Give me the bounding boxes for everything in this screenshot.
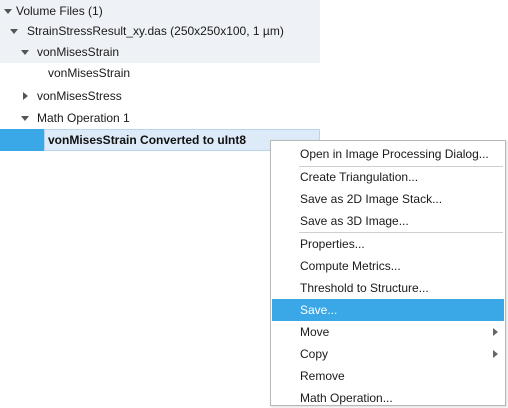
- tree-item-label: vonMisesStrain: [48, 66, 131, 80]
- tree-item-vonmises-strain-group[interactable]: vonMisesStrain: [0, 41, 320, 63]
- tree-item-label: Math Operation 1: [37, 111, 130, 125]
- tree-item-label: vonMisesStrain Converted to uInt8: [48, 133, 247, 147]
- menu-item-label: Properties...: [300, 237, 365, 251]
- menu-item-label: Copy: [300, 347, 329, 361]
- selection-indicator: [0, 129, 44, 151]
- submenu-arrow-icon: [493, 350, 498, 358]
- menu-item-save-2d-stack[interactable]: Save as 2D Image Stack...: [272, 188, 504, 210]
- menu-item-label: Save as 3D Image...: [300, 214, 409, 228]
- context-menu: Open in Image Processing Dialog... Creat…: [270, 140, 506, 406]
- tree-item-label: StrainStressResult_xy.das (250x250x100, …: [27, 24, 284, 38]
- menu-item-math-operation[interactable]: Math Operation...: [272, 387, 504, 408]
- tree-item-label: vonMisesStress: [37, 89, 122, 103]
- expand-arrow-icon[interactable]: [20, 85, 30, 107]
- collapse-arrow-icon[interactable]: [20, 107, 30, 129]
- menu-item-label: Create Triangulation...: [300, 170, 419, 184]
- tree-item-label: vonMisesStrain: [37, 45, 120, 59]
- menu-item-label: Move: [300, 325, 330, 339]
- menu-item-copy[interactable]: Copy: [272, 343, 504, 365]
- tree-item-volume-files[interactable]: Volume Files (1): [0, 0, 320, 22]
- menu-item-open-image-processing[interactable]: Open in Image Processing Dialog...: [272, 143, 504, 165]
- menu-item-remove[interactable]: Remove: [272, 365, 504, 387]
- menu-item-threshold-to-structure[interactable]: Threshold to Structure...: [272, 277, 504, 299]
- menu-item-save-3d-image[interactable]: Save as 3D Image...: [272, 210, 504, 232]
- menu-item-label: Open in Image Processing Dialog...: [300, 147, 489, 161]
- volume-files-tree: Volume Files (1) StrainStressResult_xy.d…: [0, 0, 320, 151]
- collapse-arrow-icon[interactable]: [3, 0, 13, 22]
- menu-item-label: Threshold to Structure...: [300, 281, 429, 295]
- menu-item-create-triangulation[interactable]: Create Triangulation...: [272, 166, 504, 188]
- tree-item-vonmises-strain[interactable]: vonMisesStrain: [0, 62, 320, 84]
- menu-item-label: Save as 2D Image Stack...: [300, 192, 443, 206]
- submenu-arrow-icon: [493, 328, 498, 336]
- menu-item-move[interactable]: Move: [272, 321, 504, 343]
- tree-item-vonmises-stress-group[interactable]: vonMisesStress: [0, 85, 320, 107]
- menu-item-compute-metrics[interactable]: Compute Metrics...: [272, 255, 504, 277]
- collapse-arrow-icon[interactable]: [20, 41, 30, 63]
- menu-item-label: Save...: [300, 303, 338, 317]
- menu-item-label: Remove: [300, 369, 345, 383]
- tree-item-label: Volume Files (1): [16, 4, 103, 18]
- menu-item-label: Compute Metrics...: [300, 259, 401, 273]
- menu-item-save[interactable]: Save...: [272, 299, 504, 321]
- menu-item-properties[interactable]: Properties...: [272, 233, 504, 255]
- tree-item-math-operation[interactable]: Math Operation 1: [0, 107, 320, 129]
- collapse-arrow-icon[interactable]: [9, 20, 19, 42]
- tree-item-file[interactable]: StrainStressResult_xy.das (250x250x100, …: [0, 20, 320, 42]
- menu-item-label: Math Operation...: [300, 391, 393, 405]
